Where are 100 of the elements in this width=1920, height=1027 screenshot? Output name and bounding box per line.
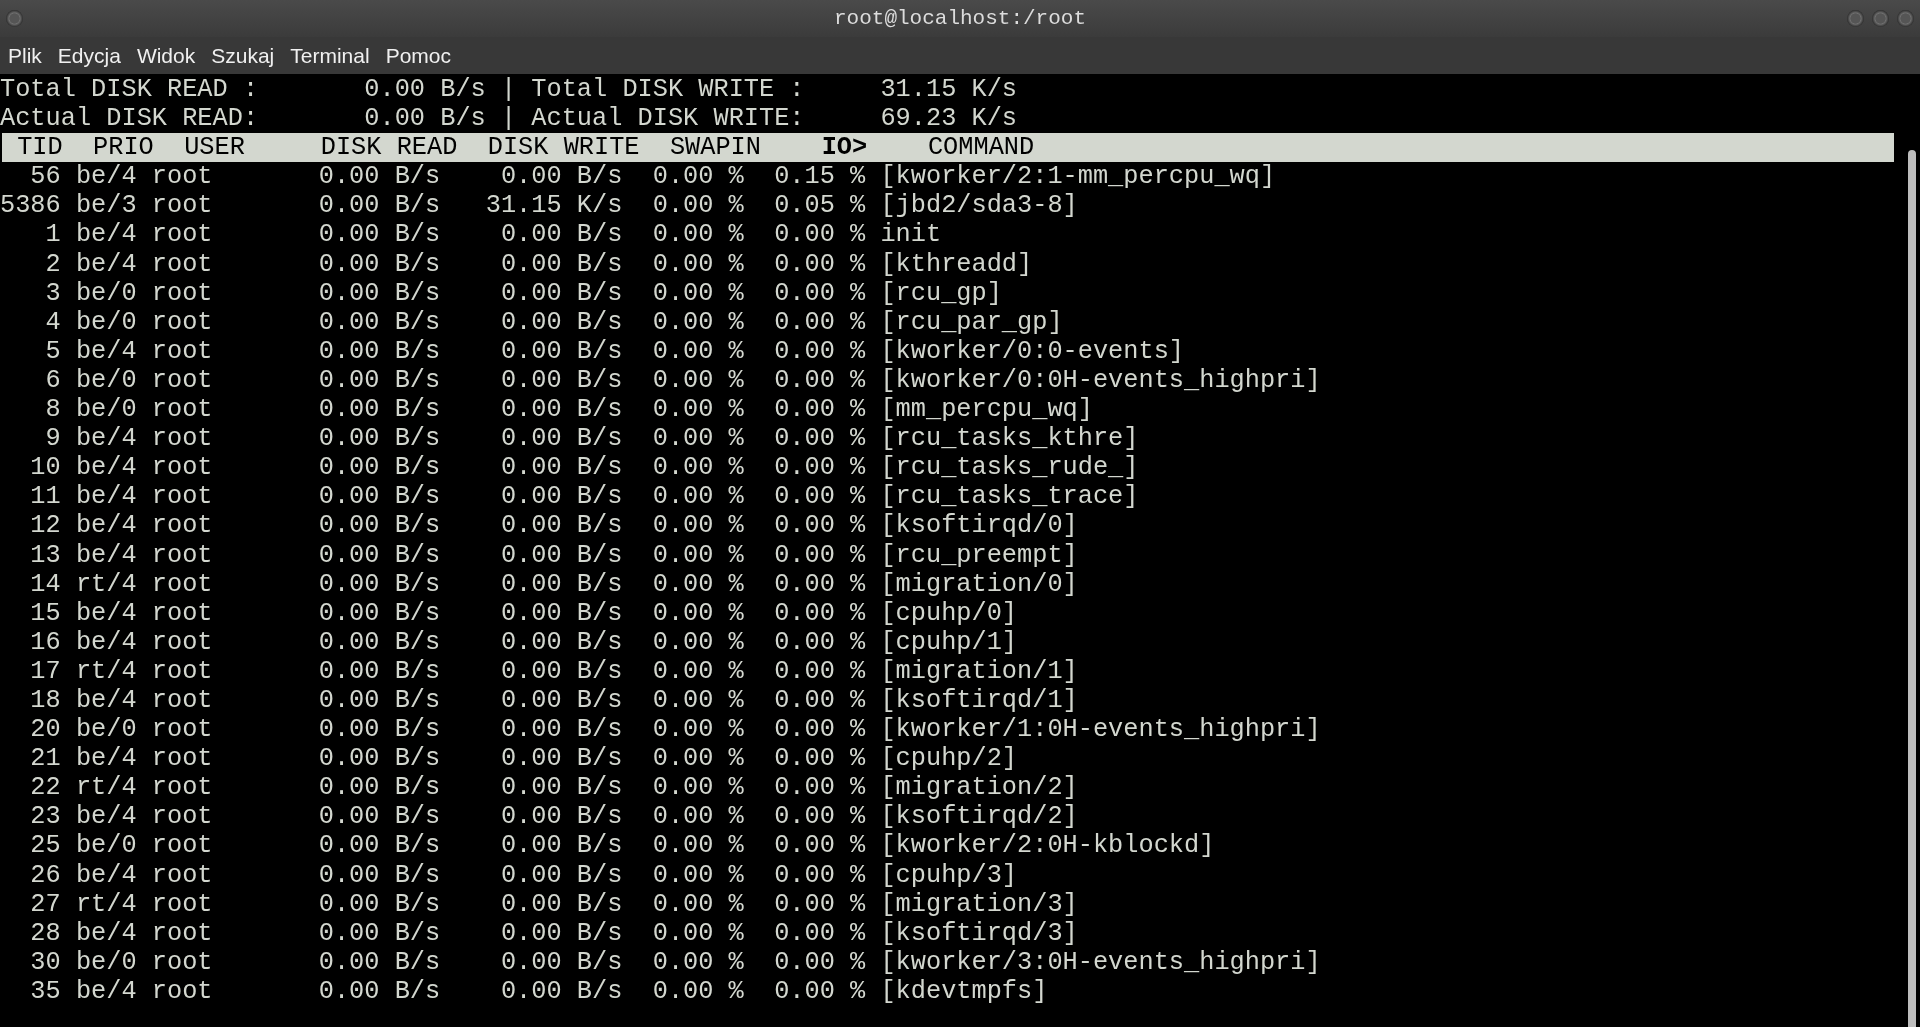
table-cell-text: 21 (29, 744, 61, 774)
table-cell-text: [cpuhp/3] (879, 860, 1019, 890)
table-cell-text: root (150, 685, 214, 716)
table-cell-text: 0.00 % (773, 598, 866, 628)
menu-item[interactable]: Pomoc (377, 37, 459, 74)
table-cell-text: 0.00 % (651, 278, 744, 308)
table-cell-text: 0.00 B/s (499, 685, 623, 716)
table-cell-text: 0.00 % (773, 744, 866, 774)
menu-item[interactable]: Plik (0, 37, 50, 74)
menu-item[interactable]: Edycja (49, 37, 129, 74)
table-cell-text: 4 (44, 307, 61, 337)
table-cell-text: 0.00 B/s (317, 744, 441, 774)
table-cell-text: 0.00 % (651, 191, 744, 221)
table-cell-text: be/4 (74, 511, 137, 541)
table-cell-text: 13 (29, 540, 61, 570)
table-cell-text: 9 (44, 424, 61, 454)
table-cell-text: 0.00 % (651, 773, 744, 803)
table-cell-text: 0.00 B/s (317, 656, 441, 686)
table-cell-text: 0.00 % (773, 569, 866, 599)
table-cell-text: root (150, 249, 214, 279)
minimize-button[interactable] (1847, 10, 1864, 27)
table-cell-text: [migration/2] (879, 773, 1079, 803)
table-cell-text: 12 (29, 511, 61, 541)
table-cell-text: 0.00 B/s (317, 424, 441, 454)
table-cell-text: be/4 (74, 453, 137, 483)
table-cell-text: 0.00 % (773, 947, 866, 977)
table-cell-text: 0.00 B/s (499, 831, 623, 861)
maximize-button[interactable] (1872, 10, 1889, 27)
table-cell-text: root (150, 656, 214, 686)
table-cell-text: [ksoftirqd/2] (879, 802, 1079, 832)
table-cell-text: 0.00 % (651, 685, 744, 716)
table-cell-text: 28 (29, 918, 61, 948)
table-cell-text: 0.00 % (651, 424, 744, 454)
column-header: DISK READ (319, 133, 458, 163)
table-cell-text: 0.00 % (773, 540, 866, 570)
summary-label: Total DISK READ : (0, 75, 259, 105)
table-cell-text: 23 (29, 802, 61, 832)
scrollbar[interactable] (1908, 150, 1916, 1027)
table-cell-text: 20 (29, 715, 61, 745)
table-cell-text: root (150, 424, 214, 454)
table-cell-text: root (150, 569, 214, 599)
table-cell-text: 0.00 % (651, 715, 744, 745)
table-cell-text: root (150, 744, 214, 774)
table-cell-text: [ksoftirqd/3] (879, 918, 1079, 948)
column-header: USER (183, 133, 246, 163)
table-cell-text: root (150, 598, 214, 628)
column-header: DISK WRITE (486, 133, 640, 163)
column-header: TID (16, 133, 63, 163)
table-cell-text: 0.00 B/s (317, 860, 441, 890)
table-cell-text: root (150, 278, 214, 308)
window-menu-button[interactable] (6, 10, 23, 27)
table-cell-text: be/3 (74, 191, 137, 221)
table-cell-text: 0.00 % (651, 860, 744, 890)
table-cell-text: [ksoftirqd/1] (879, 685, 1079, 716)
table-cell-text: 0.00 % (651, 336, 744, 366)
table-cell-text: be/4 (74, 860, 137, 890)
table-cell-text: 0.00 % (651, 918, 744, 948)
table-cell-text: root (150, 860, 214, 890)
table-cell-text: [migration/1] (879, 656, 1079, 686)
table-cell-text: 5 (44, 336, 61, 366)
table-cell-text: 18 (29, 685, 61, 716)
table-cell-text: root (150, 889, 214, 919)
table-cell-text: 0.00 % (773, 860, 866, 890)
table-cell-text: 6 (44, 365, 61, 396)
table-cell-text: 15 (29, 598, 61, 628)
table-cell-text: 0.00 B/s (499, 395, 623, 425)
table-cell-text: 0.00 B/s (499, 220, 623, 250)
table-cell-text: 0.00 % (651, 307, 744, 337)
menu-item[interactable]: Szukaj (203, 37, 283, 74)
table-cell-text: 0.00 % (651, 831, 744, 861)
table-cell-text: [cpuhp/2] (879, 744, 1019, 774)
table-cell-text: 0.00 % (773, 831, 866, 861)
table-cell-text: root (150, 453, 214, 483)
table-cell-text: 0.00 B/s (317, 336, 441, 366)
table-cell-text: be/4 (74, 424, 137, 454)
table-cell-text: 0.00 B/s (499, 598, 623, 628)
table-cell-text: [kworker/0:0H-events_highpri] (879, 365, 1322, 396)
table-cell-text: rt/4 (74, 889, 137, 919)
table-cell-text: 0.00 B/s (499, 627, 623, 657)
summary-label: Actual DISK WRITE: (531, 104, 805, 134)
table-cell-text: 0.00 B/s (317, 598, 441, 628)
table-cell-text: 0.00 B/s (499, 162, 623, 192)
table-cell-text: [kworker/2:0H-kblockd] (879, 831, 1216, 861)
table-cell-text: 0.00 B/s (499, 744, 623, 774)
table-cell-text: rt/4 (74, 569, 137, 599)
table-cell-text: 14 (29, 569, 61, 599)
table-cell-text: 27 (29, 889, 61, 919)
close-button[interactable] (1897, 10, 1914, 27)
table-cell: 5386 (0, 191, 61, 221)
table-cell-text: 22 (29, 773, 61, 803)
table-cell-text: 0.00 B/s (317, 249, 441, 279)
table-cell-text: root (150, 773, 214, 803)
menu-item[interactable]: Widok (128, 37, 204, 74)
table-cell-text: 0.00 % (651, 889, 744, 919)
summary-label: Actual DISK READ: (0, 104, 259, 134)
menu-item[interactable]: Terminal (282, 37, 378, 74)
table-cell-text: 30 (29, 947, 61, 977)
table-cell-text: [jbd2/sda3-8] (879, 191, 1079, 221)
table-cell-text: root (150, 802, 214, 832)
table-cell-text: [kworker/2:1-mm_percpu_wq] (879, 162, 1277, 192)
